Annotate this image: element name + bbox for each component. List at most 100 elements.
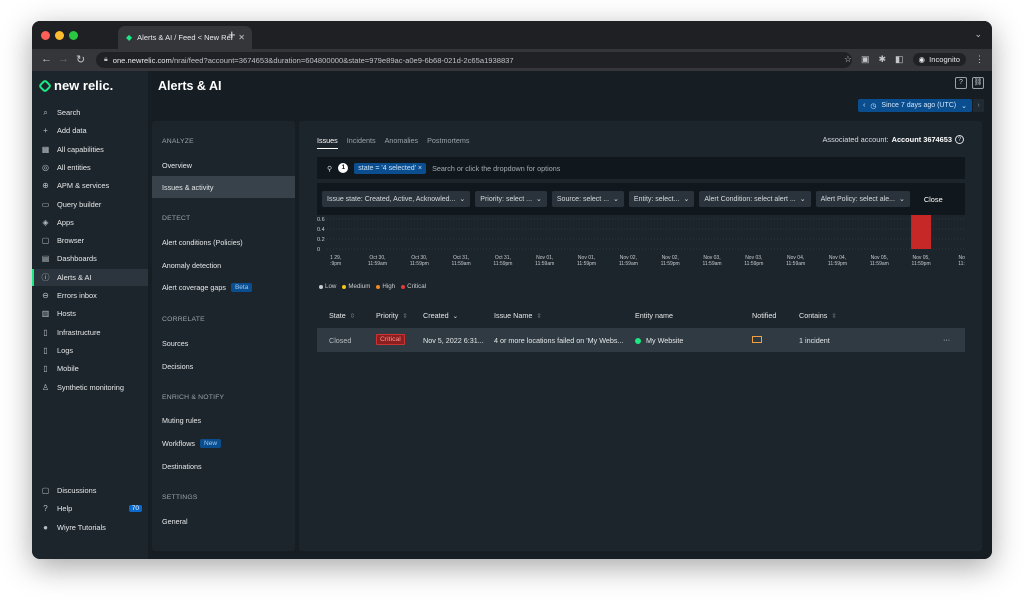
filter-bar[interactable]: ⚲ 1 state = '4 selected' × Search or cli… <box>317 157 965 179</box>
filter-chip[interactable]: state = '4 selected' × <box>354 162 427 174</box>
back-button[interactable]: ← <box>41 53 52 65</box>
col-state[interactable]: State ⇳ <box>329 311 355 320</box>
maximize-window-button[interactable] <box>69 31 78 40</box>
tab-list-chevron-icon[interactable]: ⌄ <box>974 29 982 40</box>
dashboard-icon: ▤ <box>41 254 50 264</box>
legend-item[interactable]: Medium <box>342 283 370 290</box>
help-icon[interactable]: ? <box>955 77 967 89</box>
cell-issue-name[interactable]: 4 or more locations failed on 'My Webs..… <box>494 336 623 345</box>
dropdown-label: Entity: select... <box>633 195 680 203</box>
nav-item-hosts[interactable]: ▥ Hosts <box>32 305 148 322</box>
col-contains[interactable]: Contains ⇳ <box>799 311 837 320</box>
subnav-item-sources[interactable]: Sources <box>152 332 295 354</box>
nav-item-alerts-ai[interactable]: ⓘ Alerts & AI <box>32 268 148 286</box>
col-issue-name[interactable]: Issue Name ⇳ <box>494 311 542 320</box>
tab-postmortems[interactable]: Postmortems <box>427 136 469 149</box>
source-dropdown[interactable]: Source: select ... ⌄ <box>551 191 624 207</box>
bookmark-star-icon[interactable]: ☆ <box>844 54 852 65</box>
tab-incidents[interactable]: Incidents <box>347 136 376 149</box>
subnav-item-alert-conditions[interactable]: Alert conditions (Policies) <box>152 231 295 253</box>
nav-item-infrastructure[interactable]: ▯ Infrastructure <box>32 324 148 341</box>
chevron-down-icon: ⌄ <box>961 102 967 110</box>
browser-tab-bar: ◆ Alerts & AI / Feed < New Relic ✕ + ⌄ <box>32 21 992 49</box>
chart-bar-critical[interactable] <box>911 215 932 249</box>
nav-item-all-capabilities[interactable]: ▦ All capabilities <box>32 141 148 158</box>
subnav-item-destinations[interactable]: Destinations <box>152 455 295 477</box>
minimize-window-button[interactable] <box>55 31 64 40</box>
close-filters-button[interactable]: Close <box>924 195 943 204</box>
nav-item-errors-inbox[interactable]: ⊖ Errors inbox <box>32 287 148 304</box>
nav-item-browser[interactable]: ▢ Browser <box>32 232 148 249</box>
sidepanel-icon[interactable]: ◧ <box>895 54 904 65</box>
new-tab-button[interactable]: + <box>228 27 236 42</box>
subnav-item-anomaly-detection[interactable]: Anomaly detection <box>152 254 295 276</box>
reload-button[interactable]: ↻ <box>76 53 85 66</box>
prev-chevron-icon[interactable]: ‹ <box>863 102 865 109</box>
subnav-item-label: Destinations <box>162 461 202 471</box>
cell-state: Closed <box>329 336 352 345</box>
infrastructure-icon: ▯ <box>43 327 48 337</box>
url-field[interactable]: 🔒︎ one.newrelic.com/nrai/feed?account=36… <box>96 52 852 68</box>
cell-entity[interactable]: My Website <box>635 336 683 345</box>
subnav-item-muting-rules[interactable]: Muting rules <box>152 409 295 431</box>
col-priority[interactable]: Priority ⇳ <box>376 311 408 320</box>
subnav-item-general[interactable]: General <box>152 510 295 532</box>
nav-item-all-entities[interactable]: ◎ All entities <box>32 159 148 176</box>
col-created[interactable]: Created ⌄ <box>423 311 458 320</box>
nav-item-wiyre-tutorials[interactable]: ● Wiyre Tutorials <box>32 519 148 536</box>
section-settings: SETTINGS <box>162 494 198 501</box>
next-time-button[interactable]: › <box>973 99 984 112</box>
incognito-indicator[interactable]: ◉ Incognito <box>912 53 966 66</box>
filter-placeholder[interactable]: Search or click the dropdown for options <box>432 164 560 173</box>
tab-issues[interactable]: Issues <box>317 136 338 149</box>
legend-item[interactable]: High <box>376 283 395 290</box>
subnav-item-decisions[interactable]: Decisions <box>152 355 295 377</box>
entity-dropdown[interactable]: Entity: select... ⌄ <box>628 191 695 207</box>
table-row[interactable]: Closed Critical Nov 5, 2022 6:31... 4 or… <box>317 328 965 352</box>
subnav-item-overview[interactable]: Overview <box>152 154 295 176</box>
nav-item-query-builder[interactable]: ▭ Query builder <box>32 196 148 213</box>
logs-icon: ▯ <box>43 345 48 355</box>
nav-item-apm-services[interactable]: ⊕ APM & services <box>32 177 148 194</box>
nav-item-add-data[interactable]: + Add data <box>32 122 148 139</box>
link-icon[interactable]: ⛓ <box>972 77 984 89</box>
nav-item-help[interactable]: ? Help 70 <box>32 500 148 517</box>
time-range-picker[interactable]: ‹ ◷ Since 7 days ago (UTC) ⌄ <box>857 99 972 112</box>
legend-item[interactable]: Low <box>319 283 336 290</box>
nav-item-discussions[interactable]: ▢ Discussions <box>32 482 148 499</box>
info-icon[interactable]: ? <box>955 135 964 144</box>
legend-item[interactable]: Critical <box>401 283 426 290</box>
nav-item-apps[interactable]: ◈ Apps <box>32 214 148 231</box>
alert-condition-dropdown[interactable]: Alert Condition: select alert ... ⌄ <box>699 191 811 207</box>
subnav-item-coverage-gaps[interactable]: Alert coverage gaps Beta <box>152 276 295 298</box>
nav-item-mobile[interactable]: ▯ Mobile <box>32 360 148 377</box>
plus-icon: + <box>43 126 48 136</box>
filter-chip-label: state = '4 selected' <box>358 164 417 172</box>
row-more-icon[interactable]: ··· <box>943 335 950 344</box>
time-range-label: Since 7 days ago (UTC) <box>881 102 957 109</box>
dropdown-label: Issue state: Created, Active, Acknowled.… <box>327 195 456 203</box>
close-tab-icon[interactable]: ✕ <box>238 33 245 42</box>
issues-content: Issues Incidents Anomalies Postmortems A… <box>299 121 982 551</box>
tab-anomalies[interactable]: Anomalies <box>385 136 419 149</box>
nav-item-synthetic-monitoring[interactable]: ♙ Synthetic monitoring <box>32 379 148 396</box>
close-window-button[interactable] <box>41 31 50 40</box>
nav-item-logs[interactable]: ▯ Logs <box>32 342 148 359</box>
puzzle-extensions-icon[interactable]: ✱ <box>878 54 886 65</box>
forward-button[interactable]: → <box>58 53 69 65</box>
extension-icon[interactable]: ▣ <box>861 54 870 65</box>
subnav-item-issues-activity[interactable]: Issues & activity <box>152 176 295 198</box>
browser-menu-icon[interactable]: ⋮ <box>975 54 984 65</box>
subnav-item-workflows[interactable]: Workflows New <box>152 432 295 454</box>
associated-account: Associated account: Account 3674653 ? <box>822 135 964 144</box>
priority-dropdown[interactable]: Priority: select ... ⌄ <box>475 191 547 207</box>
nav-item-search[interactable]: ⌕ Search <box>32 104 148 121</box>
nav-item-dashboards[interactable]: ▤ Dashboards <box>32 250 148 267</box>
alert-policy-dropdown[interactable]: Alert Policy: select ale... ⌄ <box>815 191 910 207</box>
issue-state-dropdown[interactable]: Issue state: Created, Active, Acknowled.… <box>322 191 471 207</box>
new-relic-logo[interactable]: new relic. <box>37 78 113 93</box>
global-nav: new relic. ⌕ Search + Add data ▦ All capabili… <box>32 71 148 559</box>
filter-icon[interactable]: ⚲ <box>327 164 332 173</box>
chart-legend: Low Medium High Critical <box>319 283 426 290</box>
remove-filter-icon[interactable]: × <box>418 165 422 172</box>
